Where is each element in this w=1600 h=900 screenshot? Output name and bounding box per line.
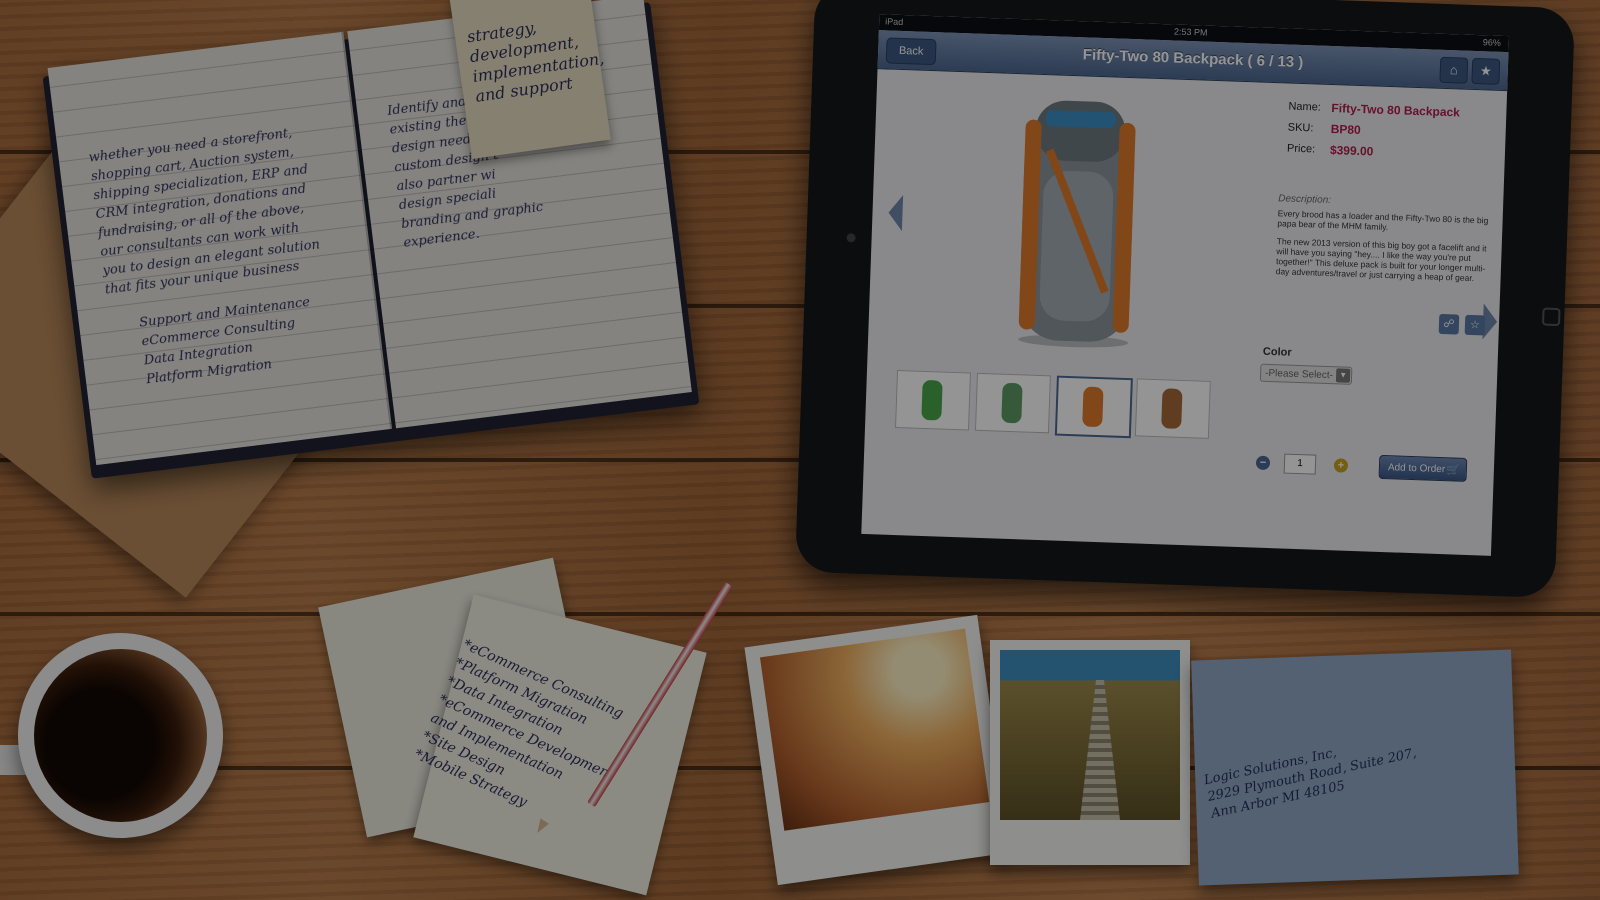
thumbnail-green-grey[interactable] — [974, 372, 1051, 434]
favorite-star-icon[interactable]: ☆ — [1464, 314, 1486, 336]
color-select[interactable]: -Please Select- ▼ — [1259, 363, 1353, 385]
decrease-quantity-button[interactable]: − — [1255, 455, 1271, 471]
photo-runner — [744, 614, 1011, 886]
add-to-order-button[interactable]: Add to Order 🛒 — [1378, 454, 1468, 482]
add-to-order-label: Add to Order — [1387, 462, 1446, 476]
backpack-product-image — [1018, 100, 1136, 348]
battery-level: 96% — [1482, 37, 1501, 48]
status-time: 2:53 PM — [1173, 26, 1208, 38]
backpack-thumb-icon — [921, 380, 943, 421]
color-select-value: -Please Select- — [1264, 367, 1334, 382]
product-price: $399.00 — [1329, 142, 1374, 159]
backpack-thumb-icon — [1001, 382, 1023, 424]
thumbnail-orange-selected[interactable] — [1054, 375, 1133, 439]
notebook-left-page: whether you need a storefront, shopping … — [47, 31, 393, 466]
description-heading: Description: — [1278, 193, 1332, 207]
color-label: Color — [1262, 345, 1292, 359]
increase-quantity-button[interactable]: + — [1333, 458, 1349, 473]
stairs-path — [1080, 680, 1120, 820]
description-paragraph-2: The new 2013 version of this big boy got… — [1275, 236, 1487, 284]
dropdown-arrow-icon: ▼ — [1335, 368, 1351, 383]
product-sku: BP80 — [1330, 121, 1361, 138]
device-name: iPad — [885, 16, 904, 27]
photo-stairs — [990, 640, 1190, 865]
runner-photo-image — [759, 628, 990, 831]
home-icon[interactable]: ⌂ — [1439, 56, 1469, 84]
coffee — [34, 649, 207, 822]
paper-tag: strategy, development, implementation, a… — [449, 0, 611, 159]
share-icon[interactable]: ☍ — [1438, 313, 1460, 335]
tablet-screen: iPad 2:53 PM 96% Back Fifty-Two 80 Backp… — [861, 14, 1510, 556]
description-paragraph-1: Every brood has a loader and the Fifty-T… — [1277, 208, 1489, 233]
home-button-icon[interactable] — [1541, 307, 1561, 327]
notebook-service-list: Support and Maintenance eCommerce Consul… — [138, 294, 311, 388]
thumbnail-green[interactable] — [895, 369, 971, 431]
quantity-input[interactable]: 1 — [1283, 453, 1317, 475]
ipad-device: iPad 2:53 PM 96% Back Fifty-Two 80 Backp… — [794, 0, 1576, 599]
price-label: Price: — [1286, 142, 1316, 156]
cart-icon: 🛒 — [1445, 464, 1461, 477]
backpack-thumb-icon — [1082, 386, 1104, 427]
product-name: Fifty-Two 80 Backpack — [1331, 101, 1461, 120]
backpack-thumb-icon — [1161, 388, 1183, 429]
thumbnail-brown[interactable] — [1134, 378, 1211, 439]
camera-icon — [846, 233, 856, 243]
previous-arrow-icon[interactable] — [887, 194, 904, 232]
notebook-left-text: whether you need a storefront, shopping … — [87, 125, 321, 298]
name-label: Name: — [1288, 100, 1322, 114]
sku-label: SKU: — [1287, 121, 1314, 135]
stairs-photo-image — [1000, 650, 1180, 820]
star-icon[interactable]: ★ — [1471, 57, 1501, 85]
